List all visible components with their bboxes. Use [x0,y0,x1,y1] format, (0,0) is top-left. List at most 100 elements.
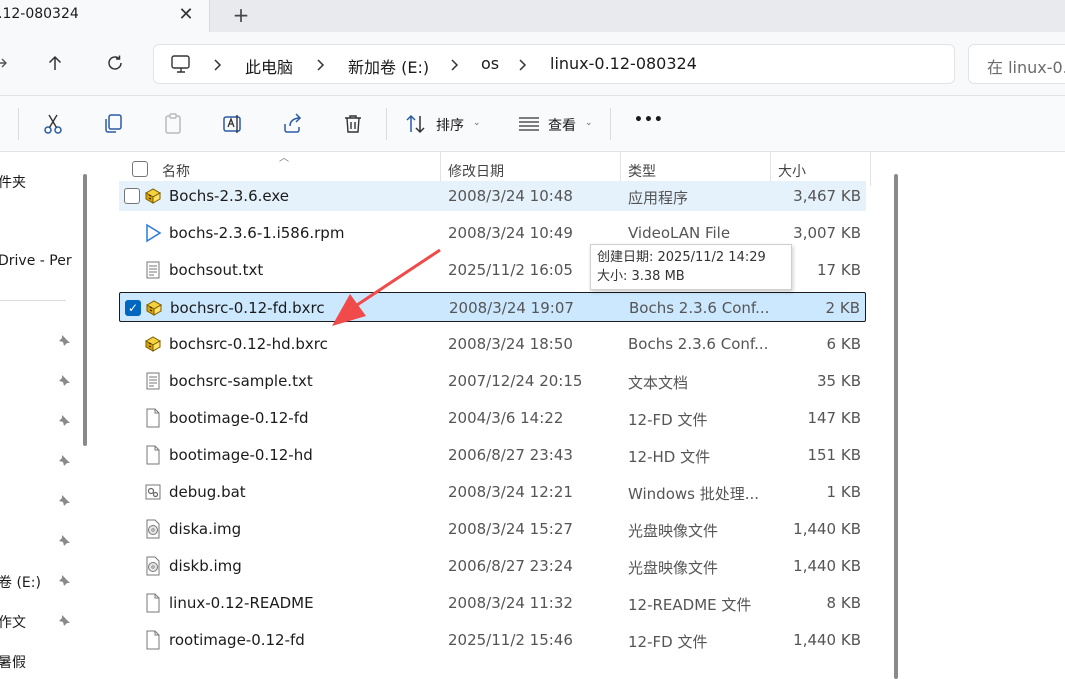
column-divider[interactable] [870,152,871,186]
bochs-config-icon [143,334,163,354]
breadcrumb-os[interactable]: os [481,54,499,73]
table-row[interactable]: Bochs-2.3.6.exe 2008/3/24 10:48 应用程序 3,467 … [119,181,866,211]
bochs-exe-icon [143,186,163,206]
file-type: 12-HD 文件 [628,448,711,466]
table-row[interactable]: bootimage-0.12-fd 2004/3/6 14:22 12-FD 文件 1… [119,403,866,433]
sidebar-item-folders[interactable]: 件夹 [0,172,26,192]
select-all-checkbox[interactable] [132,161,148,177]
column-header-name[interactable]: 名称 [162,161,190,181]
share-icon[interactable] [281,112,305,136]
file-date: 2007/12/24 20:15 [448,372,583,390]
more-options-button[interactable]: ••• [634,112,664,128]
file-size: 3,467 KB [793,187,861,205]
new-tab-button[interactable]: + [230,3,252,27]
sort-icon[interactable] [405,112,429,136]
table-row[interactable]: bochsrc-sample.txt 2007/12/24 20:15 文本文档 35… [119,366,866,396]
command-bar: 排序 ⌄ 查看 ⌄ ••• [0,96,1065,152]
column-header-size[interactable]: 大小 [778,161,806,181]
pin-icon[interactable] [57,374,71,388]
table-row[interactable]: bootimage-0.12-hd 2006/8/27 23:43 12-HD 文件… [119,440,866,470]
file-type: 应用程序 [628,189,689,207]
sidebar-item-onedrive[interactable]: Drive - Per [0,253,72,269]
table-row[interactable]: bochsrc-0.12-hd.bxrc 2008/3/24 18:50 Bochs… [119,329,866,359]
blank-file-icon [143,408,163,428]
file-size: 3,007 KB [793,224,861,242]
navigation-bar: 此电脑 新加卷 (E:) os linux-0.12-080324 在 linu… [0,32,1065,96]
up-arrow-icon[interactable] [42,50,68,76]
bochs-config-icon [144,298,164,318]
paste-icon[interactable] [161,112,185,136]
table-row[interactable]: diskb.img 2006/8/27 23:24 光盘映像文件 1,440 KB [119,551,866,581]
breadcrumb-drive-e[interactable]: 新加卷 (E:) [348,54,429,78]
address-bar[interactable]: 此电脑 新加卷 (E:) os linux-0.12-080324 [153,44,955,84]
file-size: 1,440 KB [793,631,861,649]
row-checkbox[interactable]: ✓ [125,300,141,316]
pin-icon[interactable] [57,494,71,508]
close-tab-icon[interactable]: ✕ [176,3,196,27]
tooltip-size: 大小: 3.38 MB [597,269,685,284]
refresh-icon[interactable] [102,50,128,76]
file-size: 6 KB [826,335,861,353]
table-row[interactable]: ✓ bochsrc-0.12-fd.bxrc 2008/3/24 19:07 Boch… [119,292,866,322]
toolbar-divider [386,108,387,140]
pin-icon[interactable] [57,574,71,588]
search-input[interactable]: 在 linux-0. [968,44,1065,84]
file-size: 17 KB [817,261,861,279]
delete-icon[interactable] [341,112,365,136]
file-date: 2008/3/24 19:07 [449,299,574,317]
file-type: 12-FD 文件 [628,411,708,429]
breadcrumb-this-pc[interactable]: 此电脑 [245,54,293,78]
cut-icon[interactable] [41,112,65,136]
file-list-scrollbar[interactable] [894,174,898,679]
file-date: 2025/11/2 15:46 [448,631,573,649]
chevron-right-icon[interactable] [314,55,328,75]
computer-icon[interactable] [170,54,192,74]
sidebar-scrollbar[interactable] [83,174,87,446]
file-size: 8 KB [826,594,861,612]
chevron-right-icon[interactable] [448,55,462,75]
rename-icon[interactable] [221,112,245,136]
table-row[interactable]: diska.img 2008/3/24 15:27 光盘映像文件 1,440 KB [119,514,866,544]
tab-current-folder[interactable]: .12-080324 ✕ [0,0,210,32]
file-name: diskb.img [169,557,242,575]
row-checkbox[interactable] [124,188,140,204]
pin-icon[interactable] [57,414,71,428]
sort-button[interactable]: 排序 [436,115,464,135]
view-button[interactable]: 查看 [548,115,576,135]
chevron-right-icon[interactable] [211,55,225,75]
chevron-down-icon[interactable]: ⌄ [473,118,481,128]
table-row[interactable]: debug.bat 2008/3/24 12:21 Windows 批处理... 1 … [119,477,866,507]
text-file-icon [143,371,163,391]
sidebar-item-essays[interactable]: 作文 [0,612,26,632]
table-row[interactable]: rootimage-0.12-fd 2025/11/2 15:46 12-FD 文件… [119,625,866,655]
pin-icon[interactable] [57,454,71,468]
pin-icon[interactable] [57,334,71,348]
chevron-down-icon[interactable]: ⌄ [585,118,593,128]
file-type: 12-README 文件 [628,596,752,614]
sidebar-item-summer[interactable]: 暑假 [0,652,26,672]
batch-file-icon [143,482,163,502]
breadcrumb-current-folder[interactable]: linux-0.12-080324 [550,54,697,73]
pin-icon[interactable] [57,614,71,628]
table-row[interactable]: linux-0.12-README 2008/3/24 11:32 12-READM… [119,588,866,618]
view-icon[interactable] [517,112,541,136]
file-type: Bochs 2.3.6 Conf... [629,299,770,317]
file-name: bootimage-0.12-fd [169,409,309,427]
file-date: 2008/3/24 10:49 [448,224,573,242]
file-name: bochsrc-sample.txt [169,372,313,390]
file-type: 光盘映像文件 [628,559,719,577]
file-date: 2008/3/24 18:50 [448,335,573,353]
column-header-type[interactable]: 类型 [628,161,656,181]
sidebar-item-drive-e[interactable]: 卷 (E:) [0,572,41,592]
toolbar-divider [18,108,19,140]
file-type: 12-FD 文件 [628,633,708,651]
file-info-tooltip: 创建日期: 2025/11/2 14:29 大小: 3.38 MB [590,244,792,290]
pin-icon[interactable] [57,534,71,548]
sidebar-divider [0,300,66,301]
copy-icon[interactable] [101,112,125,136]
chevron-right-icon[interactable] [516,55,530,75]
forward-icon[interactable] [0,50,14,76]
column-header-date[interactable]: 修改日期 [448,161,504,181]
file-date: 2025/11/2 16:05 [448,261,573,279]
file-name: Bochs-2.3.6.exe [169,187,289,205]
